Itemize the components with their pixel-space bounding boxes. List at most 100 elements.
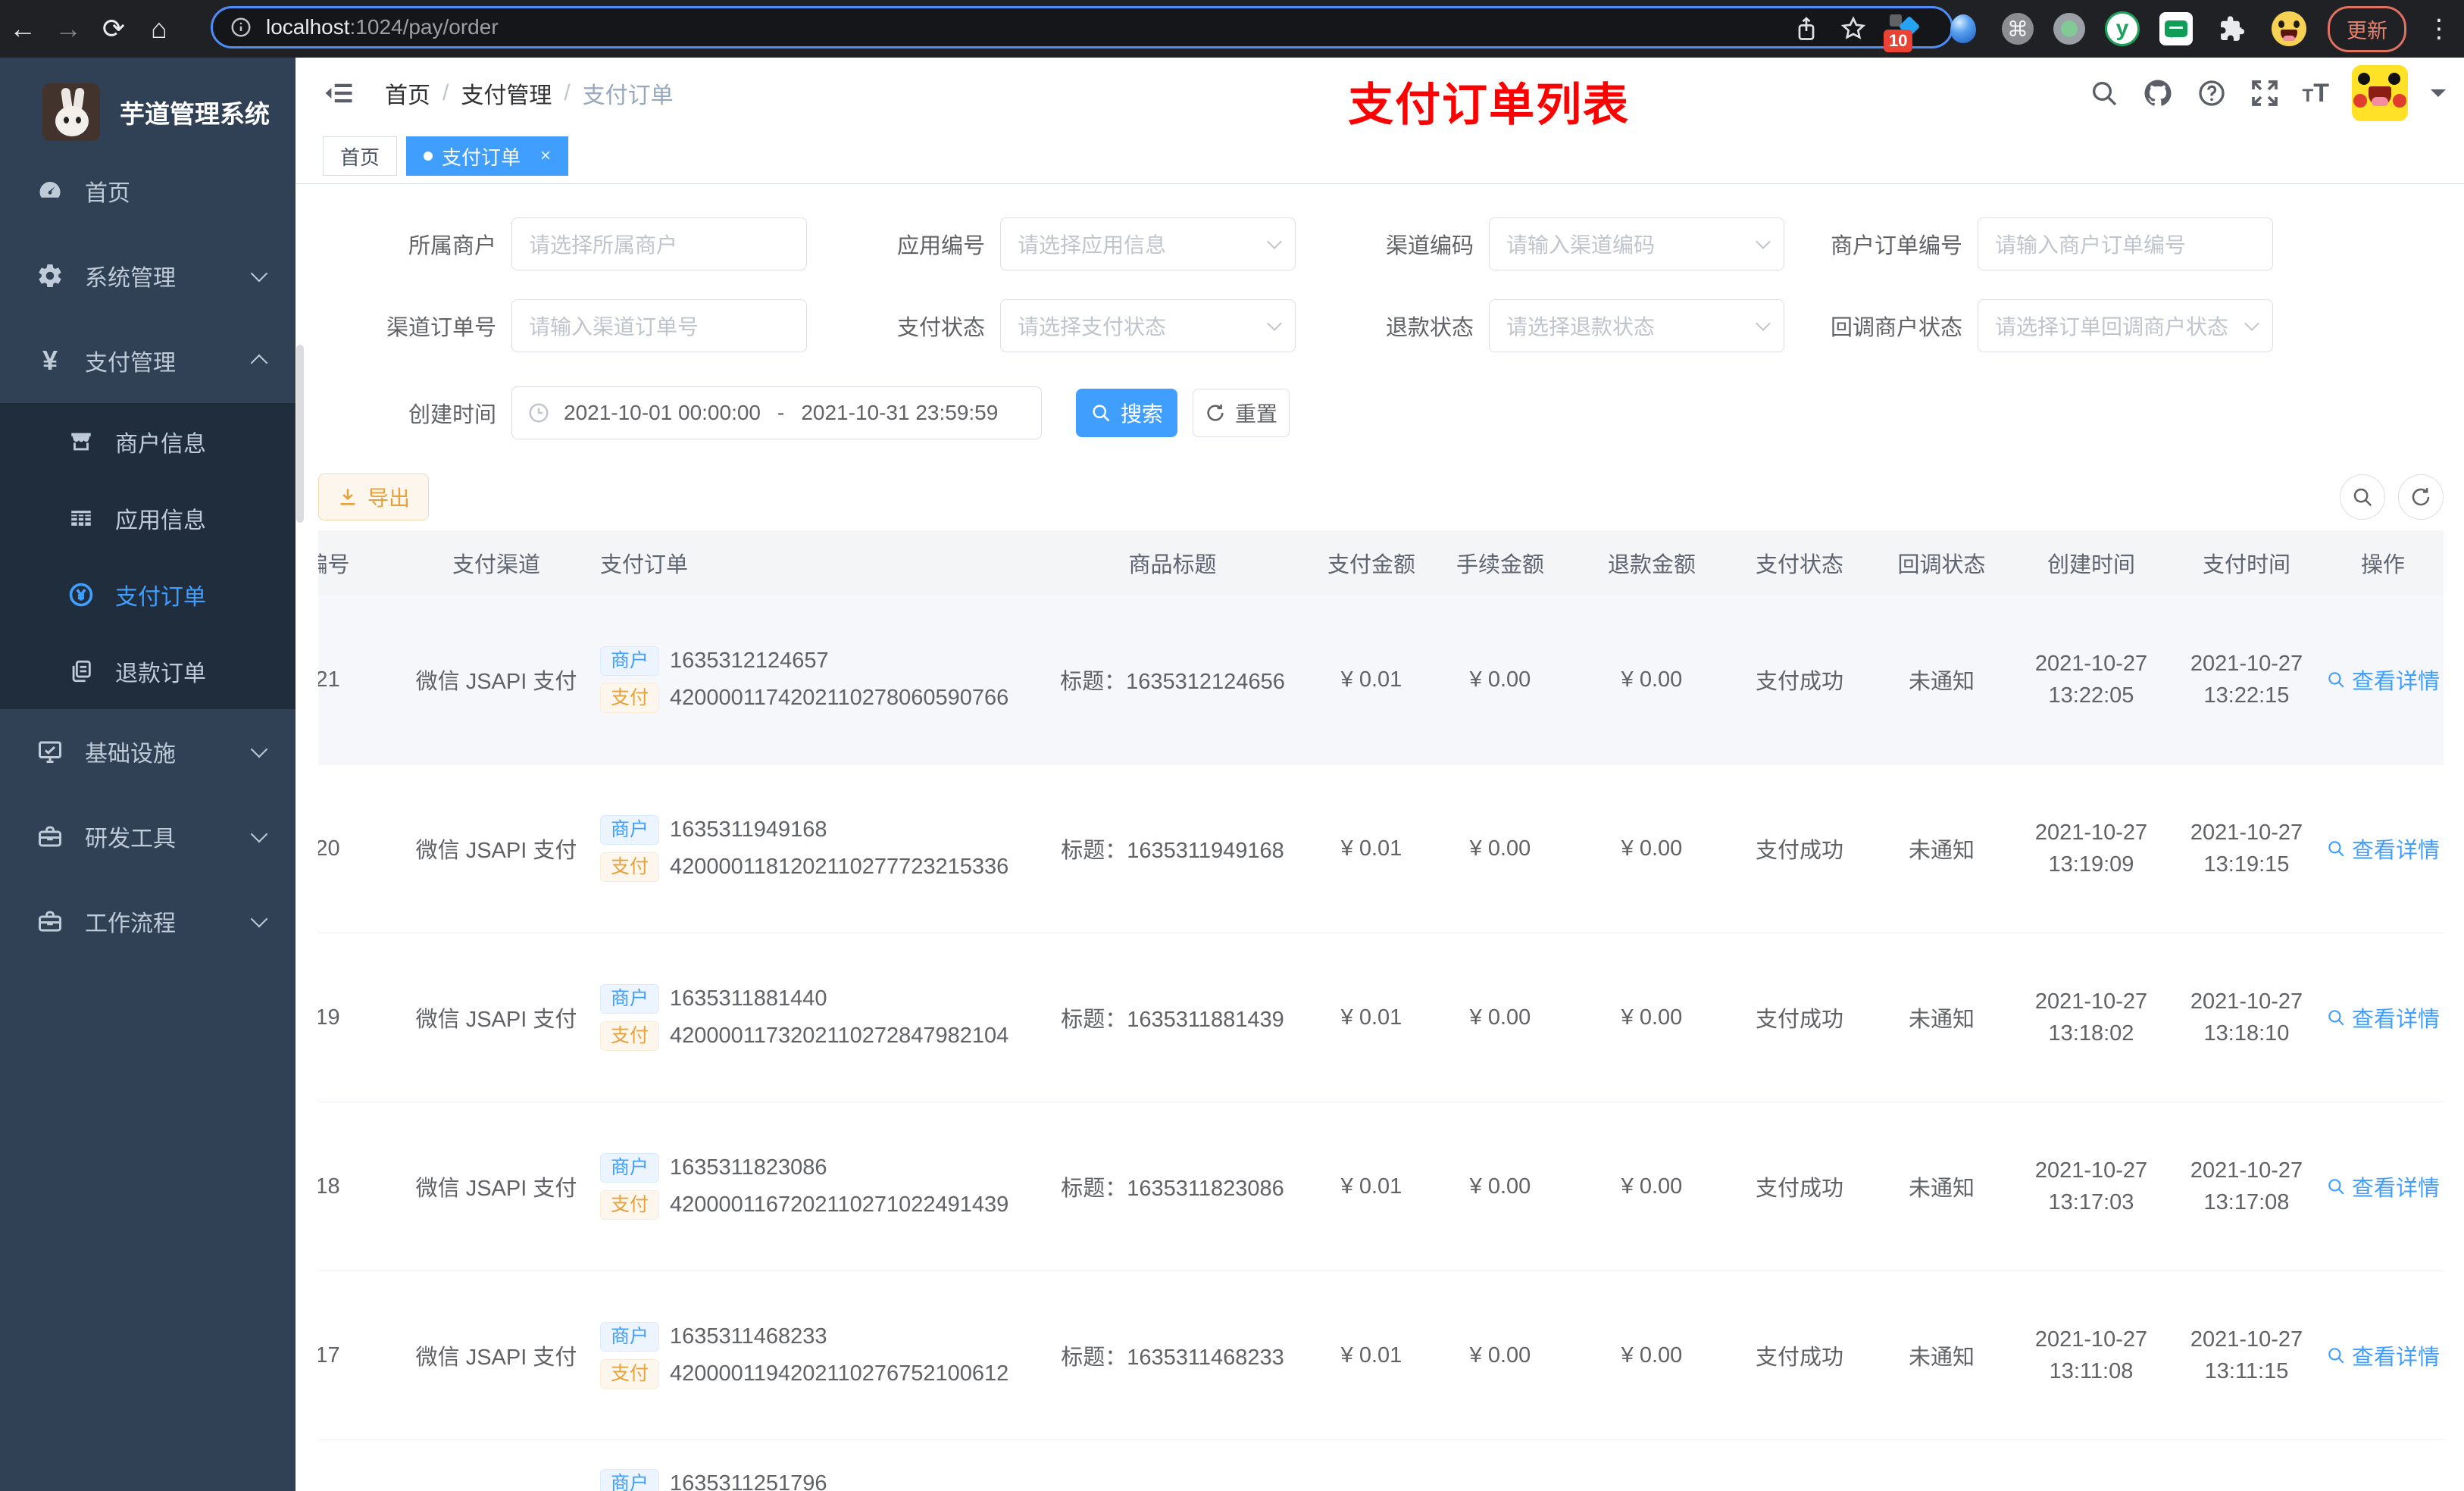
content-scrollbar-thumb[interactable] (296, 345, 304, 523)
refund-status-select[interactable]: 请选择退款状态 (1489, 299, 1784, 352)
channel-pay-no: 4200001173202110272847982104 (670, 1024, 1009, 1048)
pay-status: 支付成功 (1755, 839, 1843, 863)
app-select[interactable]: 请选择应用信息 (1000, 217, 1296, 270)
pay-time: 2021-10-27 13:19:15 (2190, 821, 2303, 877)
extension-emoji-icon[interactable] (2270, 10, 2308, 48)
pay-tag: 支付 (600, 1190, 660, 1220)
sidebar-item-pay-order[interactable]: 支付订单 (0, 556, 295, 633)
view-detail-link[interactable]: 查看详情 (2326, 1002, 2440, 1033)
channel-code-select[interactable]: 请输入渠道编码 (1489, 217, 1784, 270)
sidebar-item-devtools[interactable]: 研发工具 (0, 794, 295, 879)
view-detail-link[interactable]: 查看详情 (2326, 833, 2440, 864)
merchant-order-no: 1635311823086 (670, 1155, 827, 1180)
action-label: 查看详情 (2351, 670, 2440, 694)
font-size-icon[interactable]: TT (2303, 79, 2329, 108)
chevron-down-icon (250, 264, 268, 283)
pay-time: 2021-10-27 13:22:15 (2190, 652, 2303, 708)
site-info-icon[interactable] (230, 16, 252, 39)
pay-tag: 支付 (600, 852, 660, 882)
forward-icon[interactable]: → (45, 13, 91, 45)
extension-record-icon[interactable] (2053, 13, 2085, 45)
tab-home[interactable]: 首页 (323, 136, 398, 176)
pay-channel: 微信 JSAPI 支付 (415, 1177, 577, 1201)
notify-status: 未通知 (1908, 839, 1975, 863)
sidebar-item-home[interactable]: 首页 (0, 148, 295, 233)
col-status: 支付状态 (1755, 553, 1843, 577)
view-detail-link[interactable]: 查看详情 (2326, 1171, 2440, 1202)
address-bar[interactable]: localhost:1024/pay/order (211, 6, 1953, 48)
pay-status: 支付成功 (1755, 670, 1843, 694)
breadcrumb-separator: / (564, 80, 571, 105)
sidebar-item-workflow[interactable]: 工作流程 (0, 879, 295, 964)
avatar-caret-icon[interactable] (2431, 89, 2446, 105)
chevron-down-icon (1267, 316, 1282, 331)
back-icon[interactable]: ← (0, 13, 45, 45)
search-icon[interactable] (2089, 78, 2119, 108)
date-separator: - (777, 401, 785, 424)
app-logo (42, 83, 100, 141)
sidebar-fold-icon[interactable] (323, 77, 355, 109)
browser-menu-icon[interactable]: ⋮ (2426, 14, 2452, 44)
field-label: 退款状态 (1385, 316, 1474, 340)
view-detail-link[interactable]: 查看详情 (2326, 664, 2440, 695)
breadcrumb-home[interactable]: 首页 (385, 77, 430, 110)
pay-tag: 支付 (600, 1021, 660, 1051)
refresh-button[interactable] (2398, 474, 2444, 520)
browser-chrome: ← → ⟳ ⌂ localhost:1024/pay/order 10 ⌘ y (0, 0, 2464, 58)
reset-button[interactable]: 重置 (1193, 389, 1290, 437)
pay-amount: ¥ 0.01 (1340, 836, 1402, 861)
merchant-tag: 商户 (600, 1469, 660, 1491)
pay-status: 支付成功 (1755, 1008, 1843, 1032)
sidebar-item-system[interactable]: 系统管理 (0, 233, 295, 318)
extension-balloon-icon[interactable] (1944, 10, 1982, 48)
sidebar-item-refund-order[interactable]: 退款订单 (0, 633, 295, 709)
channel-pay-no: 4200001174202110278060590766 (670, 686, 1009, 710)
date-range-input[interactable]: 2021-10-01 00:00:00 - 2021-10-31 23:59:5… (511, 386, 1042, 439)
app-logo-row[interactable]: 芋道管理系统 (0, 58, 295, 148)
close-icon[interactable]: × (540, 145, 551, 167)
placeholder: 请输入商户订单编号 (1995, 233, 2187, 257)
merchant-tag: 商户 (600, 984, 660, 1014)
pay-order-cell: 商户 1635311881440 支付 4200001173202110272847… (591, 977, 1027, 1058)
update-button[interactable]: 更新 (2328, 5, 2406, 52)
breadcrumb-pay[interactable]: 支付管理 (461, 77, 552, 110)
search-button[interactable]: 搜索 (1076, 389, 1177, 437)
chevron-down-icon (250, 910, 268, 928)
extension-chat-icon[interactable] (2159, 12, 2193, 45)
extension-command-icon[interactable]: ⌘ (2002, 13, 2034, 45)
button-label: 搜索 (1120, 402, 1163, 426)
share-icon[interactable] (1793, 15, 1820, 42)
sidebar-item-payment[interactable]: ¥ 支付管理 (0, 318, 295, 403)
channel-order-no-input[interactable]: 请输入渠道订单号 (511, 299, 807, 352)
tab-label: 首页 (340, 145, 380, 169)
notify-status-select[interactable]: 请选择订单回调商户状态 (1978, 299, 2273, 352)
view-detail-link[interactable]: 查看详情 (2326, 1339, 2440, 1371)
fullscreen-icon[interactable] (2250, 78, 2280, 108)
extension-y-icon[interactable]: y (2105, 11, 2140, 46)
home-icon[interactable]: ⌂ (136, 13, 182, 45)
pay-status-select[interactable]: 请选择支付状态 (1000, 299, 1296, 352)
tab-pay-order[interactable]: 支付订单 × (406, 136, 569, 176)
reload-icon[interactable]: ⟳ (91, 13, 136, 45)
extension-kit-icon[interactable]: 10 (1884, 10, 1925, 52)
sidebar-item-merchant-info[interactable]: 商户信息 (0, 403, 295, 480)
sidebar-item-app-info[interactable]: 应用信息 (0, 480, 295, 556)
github-icon[interactable] (2142, 77, 2174, 109)
merchant-input[interactable]: 请选择所属商户 (511, 217, 807, 270)
create-time: 2021-10-27 13:22:05 (2034, 652, 2148, 708)
create-time: 2021-10-27 13:19:09 (2034, 821, 2148, 877)
field-label: 渠道订单号 (386, 316, 496, 340)
avatar[interactable] (2352, 65, 2408, 121)
url-path: :1024/pay/order (349, 15, 499, 39)
field-label: 回调商户状态 (1830, 316, 1962, 340)
export-button[interactable]: 导出 (318, 474, 429, 520)
merchant-order-no: 1635311468233 (670, 1324, 827, 1349)
toolbox-icon (35, 821, 65, 852)
merchant-order-no-input[interactable]: 请输入商户订单编号 (1978, 217, 2273, 270)
sidebar-item-infra[interactable]: 基础设施 (0, 709, 295, 794)
pay-order-cell: 商户 1635311823086 支付 4200001167202110271022… (591, 1146, 1027, 1227)
toggle-search-button[interactable] (2340, 474, 2385, 520)
extensions-puzzle-icon[interactable] (2212, 10, 2250, 48)
help-icon[interactable] (2197, 78, 2227, 108)
bookmark-star-icon[interactable] (1840, 15, 1867, 42)
